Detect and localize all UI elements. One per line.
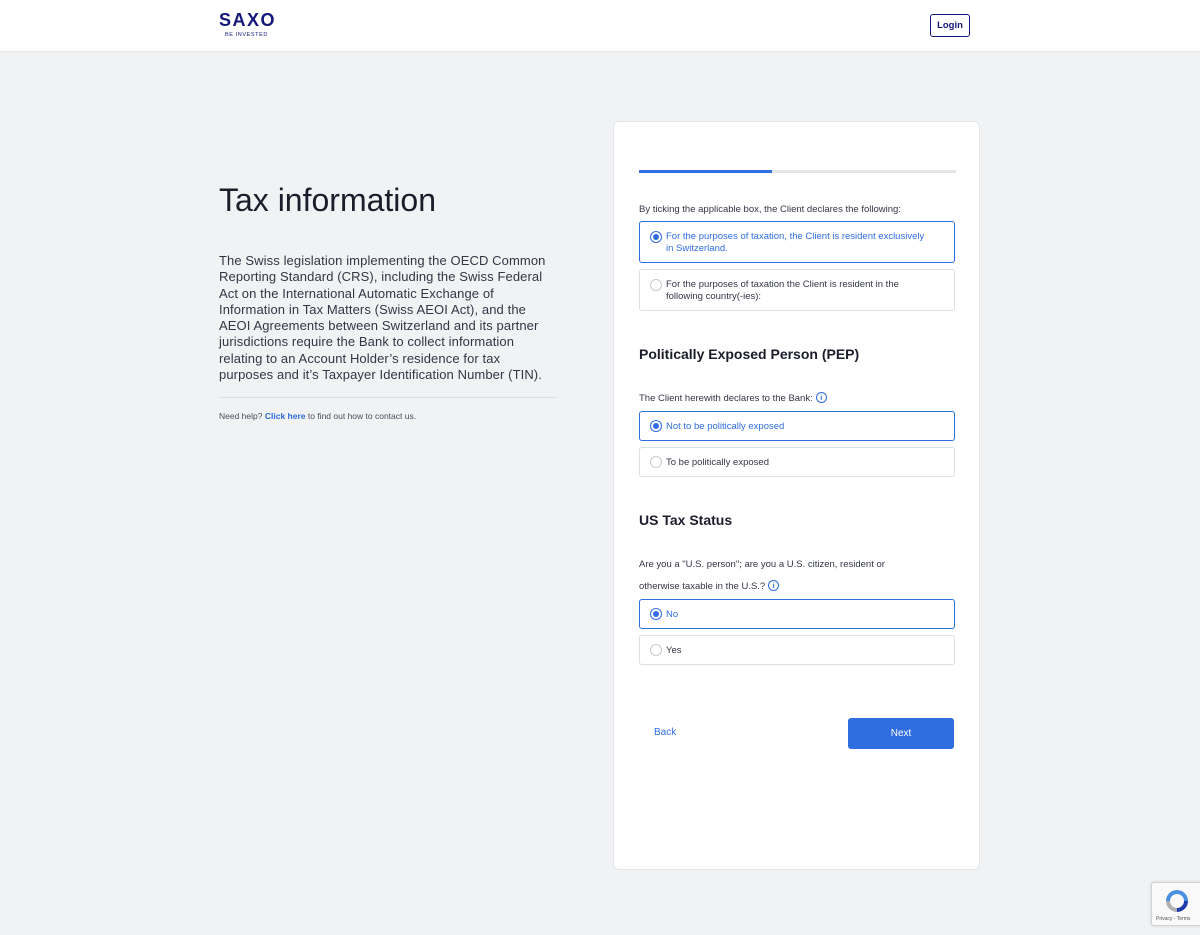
radio-selected-icon[interactable] bbox=[650, 608, 662, 620]
intro-text: The Swiss legislation implementing the O… bbox=[219, 253, 546, 383]
progress-fill bbox=[639, 170, 773, 173]
option-label: Not to be politically exposed bbox=[666, 421, 785, 432]
contact-link[interactable]: Click here bbox=[265, 411, 306, 421]
logo-wordmark: SAXO bbox=[219, 10, 277, 30]
divider bbox=[219, 397, 557, 399]
login-button[interactable]: Login bbox=[930, 14, 970, 37]
option-label: Yes bbox=[666, 645, 682, 656]
option-label: For the purposes of taxation, the Client… bbox=[666, 231, 925, 254]
residency-option-switzerland[interactable]: For the purposes of taxation, the Client… bbox=[639, 221, 955, 263]
residency-option-other-country[interactable]: For the purposes of taxation the Client … bbox=[639, 269, 955, 311]
option-label: For the purposes of taxation the Client … bbox=[666, 279, 899, 302]
page-title: Tax information bbox=[219, 182, 436, 218]
us-tax-question-line2: otherwise taxable in the U.S.? i bbox=[639, 580, 780, 593]
option-label: To be politically exposed bbox=[666, 457, 769, 468]
pep-option-not-exposed[interactable]: Not to be politically exposed bbox=[639, 411, 955, 441]
radio-empty-icon[interactable] bbox=[650, 279, 662, 291]
pep-option-exposed[interactable]: To be politically exposed bbox=[639, 447, 955, 477]
us-tax-question-line1: Are you a "U.S. person"; are you a U.S. … bbox=[639, 559, 885, 570]
tax-form-card: By ticking the applicable box, the Clien… bbox=[613, 121, 980, 870]
top-bar: SAXO BE INVESTED Login bbox=[0, 0, 1200, 52]
logo-tagline: BE INVESTED bbox=[225, 32, 268, 38]
next-button[interactable]: Next bbox=[848, 718, 954, 749]
radio-empty-icon[interactable] bbox=[650, 644, 662, 656]
us-tax-option-no[interactable]: No bbox=[639, 599, 955, 629]
recaptcha-footer[interactable]: Privacy - Terms bbox=[1156, 916, 1190, 922]
us-tax-option-yes[interactable]: Yes bbox=[639, 635, 955, 665]
option-label: No bbox=[666, 609, 679, 620]
radio-selected-icon[interactable] bbox=[650, 231, 662, 243]
saxo-logo[interactable]: SAXO BE INVESTED bbox=[219, 11, 279, 38]
radio-empty-icon[interactable] bbox=[650, 456, 662, 468]
progress-bar bbox=[639, 170, 956, 173]
recaptcha-icon bbox=[1166, 890, 1188, 912]
pep-question-text: The Client herewith declares to the Bank… bbox=[639, 393, 813, 405]
recaptcha-badge[interactable]: Privacy - Terms bbox=[1151, 882, 1200, 926]
info-icon[interactable]: i bbox=[768, 580, 780, 591]
radio-selected-icon[interactable] bbox=[650, 420, 662, 432]
us-tax-title: US Tax Status bbox=[639, 512, 733, 528]
help-suffix: to find out how to contact us. bbox=[307, 411, 417, 422]
pep-title: Politically Exposed Person (PEP) bbox=[639, 346, 860, 362]
help-prefix: Need help? bbox=[219, 411, 263, 422]
back-button[interactable]: Back bbox=[654, 727, 676, 738]
help-text: Need help? Click here to find out how to… bbox=[219, 411, 557, 421]
info-icon[interactable]: i bbox=[815, 392, 827, 403]
residency-question: By ticking the applicable box, the Clien… bbox=[639, 204, 901, 215]
intro-panel: Tax information The Swiss legislation im… bbox=[219, 180, 557, 421]
pep-question: The Client herewith declares to the Bank… bbox=[639, 392, 827, 405]
us-tax-question-text: otherwise taxable in the U.S.? bbox=[639, 581, 766, 593]
